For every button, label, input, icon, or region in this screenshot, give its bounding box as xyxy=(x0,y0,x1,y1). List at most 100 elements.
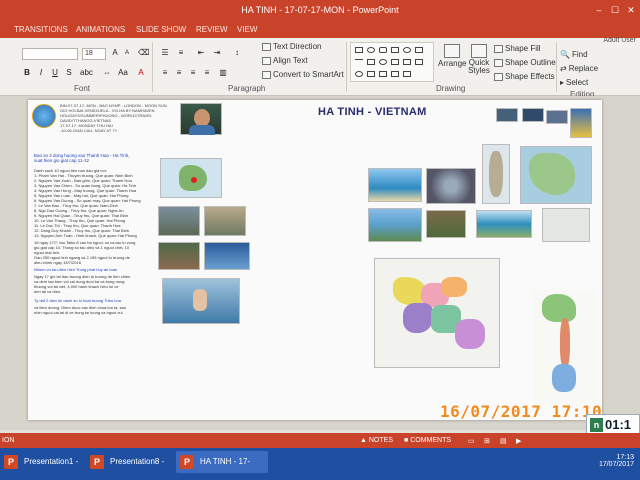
bracket-shape-icon[interactable] xyxy=(379,71,387,77)
decrease-indent-icon[interactable]: ⇤ xyxy=(196,48,206,58)
align-center-icon[interactable]: ≡ xyxy=(174,68,184,78)
select-icon: ▸ xyxy=(560,78,565,87)
map-land-shape xyxy=(529,153,575,195)
change-case-icon[interactable]: Aa xyxy=(118,68,128,78)
text-box-shape-icon[interactable] xyxy=(415,47,423,53)
arrange-button[interactable]: Arrange xyxy=(438,44,466,68)
shape-fill-button[interactable]: Shape Fill xyxy=(494,44,541,53)
taskbar-item-active[interactable]: P HA TINH - 17-07-... xyxy=(176,451,268,480)
ribbon-tabs: TRANSITIONS ANIMATIONS SLIDE SHOW REVIEW… xyxy=(0,22,640,38)
body-line: den tai ca hien. xyxy=(34,289,62,294)
slide-canvas[interactable]: BIN-07-07-17- MON - BAO NYMP - LONDON - … xyxy=(28,100,602,420)
grow-font-icon[interactable]: A xyxy=(110,48,120,58)
quick-styles-label: Quick Styles xyxy=(468,58,490,75)
normal-view-icon[interactable]: ▭ xyxy=(468,437,475,445)
star-shape-icon[interactable] xyxy=(391,71,399,77)
arrange-label: Arrange xyxy=(438,59,467,68)
line-shape-icon[interactable] xyxy=(355,59,363,65)
rectangle-shape-icon[interactable] xyxy=(355,47,363,53)
tray-date: 17/07/2017 xyxy=(598,461,634,468)
brace-shape-icon[interactable] xyxy=(403,71,411,77)
replace-button[interactable]: ⇄ Replace xyxy=(560,64,598,73)
notes-button[interactable]: ▲ NOTES xyxy=(360,437,393,444)
font-name-combo[interactable] xyxy=(22,48,78,60)
text-direction-label: Text Direction xyxy=(273,42,322,51)
align-text-button[interactable]: Align Text xyxy=(262,56,308,65)
increase-indent-icon[interactable]: ⇥ xyxy=(212,48,222,58)
tab-transitions[interactable]: TRANSITIONS xyxy=(14,25,68,34)
arc-shape-icon[interactable] xyxy=(355,71,363,77)
find-label: Find xyxy=(571,50,588,59)
presenter-photo xyxy=(180,103,222,135)
bullets-icon[interactable]: ☰ xyxy=(160,48,170,58)
shrink-font-icon[interactable]: A xyxy=(122,48,132,58)
news-link[interactable]: xuat hien gio giat cap 11-12 xyxy=(34,158,148,163)
quick-styles-button[interactable]: Quick Styles xyxy=(466,44,492,75)
select-button[interactable]: ▸ Select xyxy=(560,78,588,87)
comments-label: COMMENTS xyxy=(410,437,452,444)
notes-label: NOTES xyxy=(368,437,393,444)
rounded-rect-shape-icon[interactable] xyxy=(379,47,387,53)
text-direction-icon xyxy=(262,42,271,51)
taskbar-item[interactable]: P Presentation8 - Pow... xyxy=(86,451,172,480)
body-link[interactable]: Ty dat 2 dien tin danh so lo hoat truong… xyxy=(34,298,152,303)
tab-animations[interactable]: ANIMATIONS xyxy=(76,25,125,34)
numbering-icon[interactable]: ≡ xyxy=(176,48,186,58)
brace-shape-icon[interactable] xyxy=(415,59,423,65)
char-spacing-icon[interactable]: ⇔ xyxy=(102,68,112,78)
slideshow-view-icon[interactable]: ▶ xyxy=(516,437,521,445)
rectangle-shape-icon[interactable] xyxy=(391,47,399,53)
ribbon-separator xyxy=(556,42,557,92)
close-button[interactable]: ✕ xyxy=(624,4,638,16)
body-line: nhin nguoi cai tai di ve trong ke luong … xyxy=(34,310,123,315)
replace-icon: ⇄ xyxy=(560,64,567,73)
star-shape-icon[interactable] xyxy=(403,59,411,65)
tab-view[interactable]: VIEW xyxy=(237,25,257,34)
shadow-button[interactable]: S xyxy=(64,68,74,78)
tab-slide-show[interactable]: SLIDE SHOW xyxy=(136,25,186,34)
align-right-icon[interactable]: ≡ xyxy=(188,68,198,78)
comments-button[interactable]: ■ COMMENTS xyxy=(404,437,451,444)
underline-button[interactable]: U xyxy=(50,68,60,78)
smartart-icon xyxy=(262,70,271,79)
tab-review[interactable]: REVIEW xyxy=(196,25,228,34)
italic-button[interactable]: I xyxy=(36,68,46,78)
oval-shape-icon[interactable] xyxy=(367,47,375,53)
convert-smartart-button[interactable]: Convert to SmartArt xyxy=(262,70,344,79)
arrow-shape-icon[interactable] xyxy=(391,59,399,65)
district-region xyxy=(441,277,467,297)
circle-shape-icon[interactable] xyxy=(379,59,387,65)
triangle-shape-icon[interactable] xyxy=(367,59,375,65)
align-text-icon xyxy=(262,56,271,65)
shape-outline-button[interactable]: Shape Outline xyxy=(494,58,556,67)
curve-shape-icon[interactable] xyxy=(367,71,375,77)
align-left-icon[interactable]: ≡ xyxy=(160,68,170,78)
font-size-combo[interactable]: 18 xyxy=(82,48,106,60)
body-line: dieu chinh ngay 15/7/2016 xyxy=(34,260,81,265)
slide-sorter-icon[interactable]: ⊞ xyxy=(484,437,490,445)
reading-view-icon[interactable]: ▤ xyxy=(500,437,507,445)
font-color-icon[interactable]: A xyxy=(136,68,146,78)
taskbar-item[interactable]: P Presentation1 - 17-... xyxy=(0,451,82,480)
bold-button[interactable]: B xyxy=(22,68,32,78)
body-link[interactable]: Nhiem vu tau dien hien Trung phat huy an… xyxy=(34,267,152,272)
storm-damage-photo xyxy=(158,242,200,270)
oval-shape-icon[interactable] xyxy=(403,47,411,53)
maximize-button[interactable]: ☐ xyxy=(608,4,622,16)
shapes-gallery[interactable] xyxy=(350,42,434,82)
font-group-label: Font xyxy=(74,84,91,93)
shape-effects-button[interactable]: Shape Effects xyxy=(494,72,555,81)
text-direction-button[interactable]: Text Direction xyxy=(262,42,321,51)
system-tray[interactable]: 17:13 17/07/2017 xyxy=(599,454,634,474)
find-button[interactable]: 🔍 Find xyxy=(560,50,588,59)
minimize-button[interactable]: – xyxy=(592,4,606,16)
account-name[interactable]: Adult User xyxy=(603,37,636,44)
strikethrough-icon[interactable]: abc xyxy=(80,68,93,78)
line-spacing-icon[interactable]: ↕ xyxy=(232,48,242,58)
columns-icon[interactable]: ▥ xyxy=(218,68,228,78)
justify-icon[interactable]: ≡ xyxy=(202,68,212,78)
timestamp-overlay: 16/07/2017 17:10 xyxy=(440,402,603,421)
paragraph-group-label: Paragraph xyxy=(228,84,266,93)
clear-format-icon[interactable]: ⌫ xyxy=(138,48,149,58)
beach-photo xyxy=(368,168,422,202)
